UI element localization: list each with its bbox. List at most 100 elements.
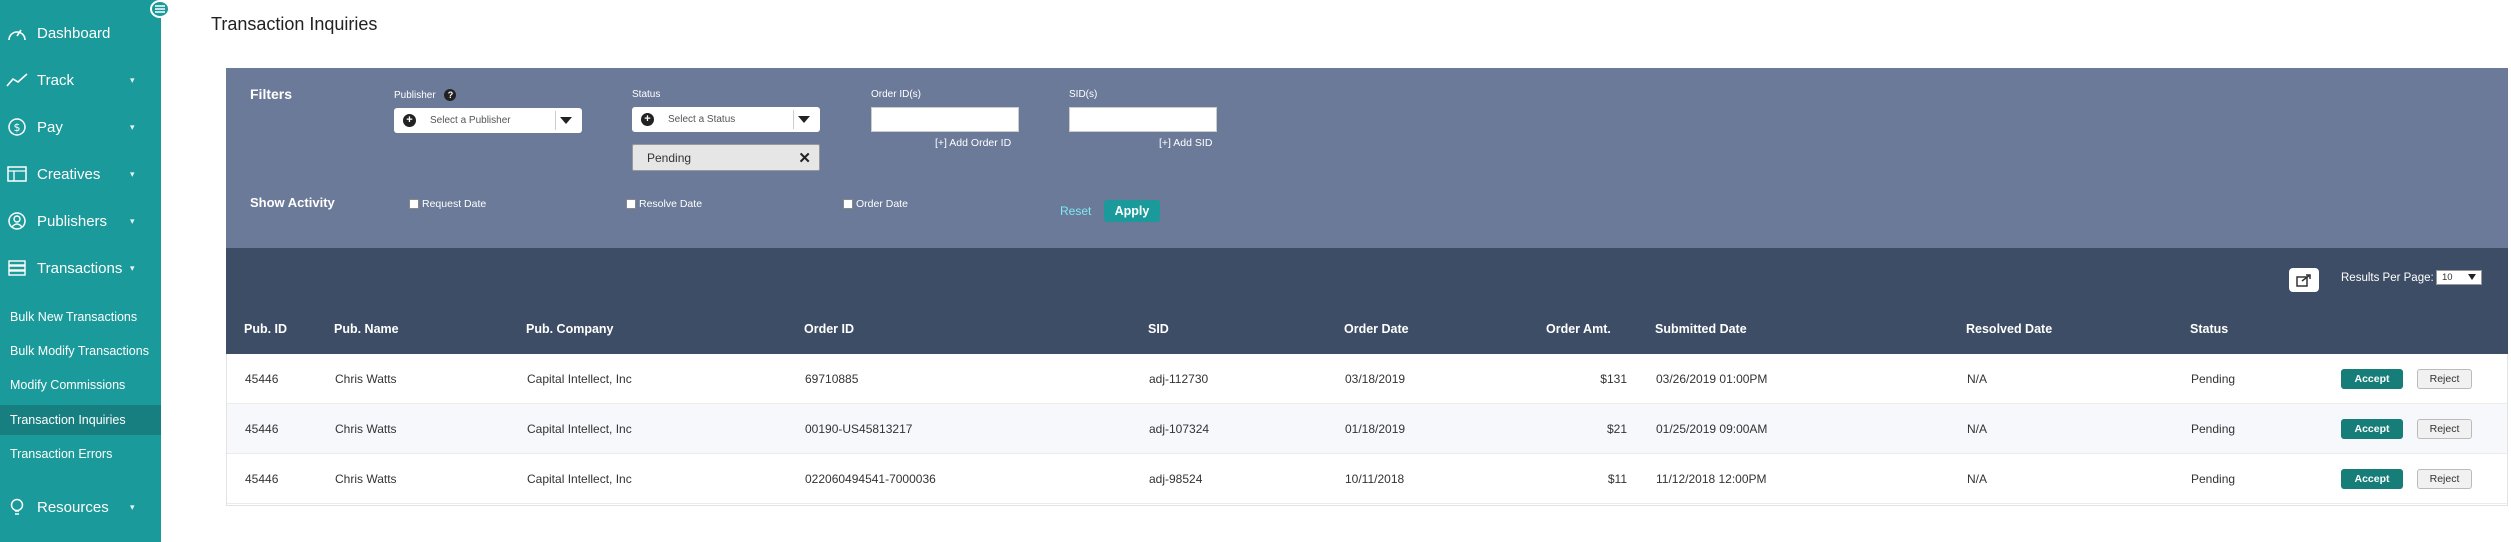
select-divider: [555, 111, 556, 130]
sidebar-subitem-modify-commissions[interactable]: Modify Commissions: [0, 370, 161, 400]
filters-title: Filters: [250, 86, 293, 102]
order-ids-input[interactable]: [871, 107, 1019, 132]
sidebar-item-track[interactable]: Track ▾: [0, 65, 161, 95]
cell-submitted-date: 01/25/2019 09:00AM: [1656, 422, 1768, 436]
sidebar-item-publishers[interactable]: Publishers ▾: [0, 206, 161, 236]
dashboard-icon: [6, 22, 28, 44]
table-header-band: Results Per Page: 10 Pub. ID Pub. Name P…: [226, 248, 2508, 354]
results-per-page-select[interactable]: 10: [2436, 270, 2482, 285]
select-divider: [793, 110, 794, 129]
transactions-table: 45446 Chris Watts Capital Intellect, Inc…: [226, 354, 2508, 506]
cell-order-amt: $11: [1607, 472, 1627, 486]
sidebar-item-label: Dashboard: [37, 24, 111, 42]
cell-resolved-date: N/A: [1967, 422, 1988, 436]
cell-pub-name: Chris Watts: [335, 472, 397, 486]
publisher-select-placeholder: Select a Publisher: [430, 115, 511, 126]
reject-button[interactable]: Reject: [2417, 469, 2472, 489]
close-icon[interactable]: ✕: [798, 149, 811, 167]
status-chip-label: Pending: [647, 150, 692, 165]
reset-link[interactable]: Reset: [1060, 204, 1091, 218]
cell-status: Pending: [2191, 472, 2236, 486]
accept-button[interactable]: Accept: [2341, 369, 2403, 389]
cell-resolved-date: N/A: [1967, 472, 1988, 486]
results-per-page-label: Results Per Page:: [2341, 272, 2434, 284]
sidebar-item-resources[interactable]: Resources ▾: [0, 492, 161, 522]
sidebar-subitem-label: Bulk New Transactions: [10, 310, 138, 324]
table-row: 45446 Chris Watts Capital Intellect, Inc…: [227, 454, 2507, 504]
column-header-order-date[interactable]: Order Date: [1344, 322, 1409, 336]
sidebar-toggle-button[interactable]: [150, 0, 170, 18]
results-per-page-value: 10: [2442, 272, 2453, 283]
status-select-placeholder: Select a Status: [668, 114, 736, 125]
show-activity-title: Show Activity: [250, 195, 335, 210]
sidebar-subitem-transaction-errors[interactable]: Transaction Errors: [0, 439, 161, 469]
order-date-checkbox[interactable]: Order Date: [843, 198, 908, 210]
add-sid-link[interactable]: [+] Add SID: [1159, 137, 1212, 149]
request-date-checkbox[interactable]: Request Date: [409, 198, 486, 210]
sids-input[interactable]: [1069, 107, 1217, 132]
column-header-status[interactable]: Status: [2190, 322, 2228, 336]
checkbox-label: Request Date: [422, 198, 487, 210]
cell-order-id: 00190-US45813217: [805, 422, 913, 436]
cell-order-amt: $21: [1606, 422, 1627, 436]
lightbulb-icon: [6, 496, 28, 518]
cell-sid: adj-98524: [1149, 472, 1203, 486]
sidebar-item-transactions[interactable]: Transactions ▾: [0, 253, 161, 283]
add-order-id-link[interactable]: [+] Add Order ID: [935, 137, 1011, 149]
window-icon: [6, 163, 28, 185]
plus-circle-icon: +: [641, 113, 654, 126]
accept-button[interactable]: Accept: [2341, 419, 2403, 439]
checkbox-box: [843, 199, 853, 209]
reject-button[interactable]: Reject: [2417, 369, 2472, 389]
cell-pub-company: Capital Intellect, Inc: [527, 422, 632, 436]
cell-order-id: 69710885: [805, 372, 859, 386]
sidebar-subitem-bulk-modify-transactions[interactable]: Bulk Modify Transactions: [0, 336, 161, 366]
cell-sid: adj-107324: [1149, 422, 1210, 436]
column-header-pub-name[interactable]: Pub. Name: [334, 322, 399, 336]
resolve-date-checkbox[interactable]: Resolve Date: [626, 198, 702, 210]
status-chip-pending: Pending ✕: [632, 144, 820, 171]
sidebar-item-creatives[interactable]: Creatives ▾: [0, 159, 161, 189]
apply-button[interactable]: Apply: [1104, 200, 1160, 222]
sidebar-subitem-bulk-new-transactions[interactable]: Bulk New Transactions: [0, 302, 161, 332]
sidebar-subitem-label: Bulk Modify Transactions: [10, 344, 149, 358]
publisher-label-text: Publisher: [394, 90, 436, 101]
sidebar-item-label: Transactions: [37, 259, 123, 277]
svg-text:$: $: [14, 121, 21, 134]
column-header-order-amt[interactable]: Order Amt.: [1546, 322, 1611, 336]
chevron-down-icon: ▾: [130, 262, 135, 273]
cell-pub-company: Capital Intellect, Inc: [527, 372, 632, 386]
column-header-submitted-date[interactable]: Submitted Date: [1655, 322, 1747, 336]
column-header-order-id[interactable]: Order ID: [804, 322, 854, 336]
caret-down-icon: [560, 117, 572, 124]
checkbox-label: Resolve Date: [639, 198, 703, 210]
column-header-resolved-date[interactable]: Resolved Date: [1966, 322, 2052, 336]
sidebar-item-pay[interactable]: $ Pay ▾: [0, 112, 161, 142]
menu-toggle-icon: [155, 5, 165, 13]
sidebar-subitem-transaction-inquiries[interactable]: Transaction Inquiries: [0, 405, 161, 435]
cell-order-date: 01/18/2019: [1345, 422, 1406, 436]
cell-order-id: 022060494541-7000036: [805, 472, 936, 486]
checkbox-label: Order Date: [856, 198, 908, 210]
sidebar-subitem-label: Transaction Errors: [10, 447, 113, 461]
page-title: Transaction Inquiries: [211, 14, 378, 34]
table-row: 45446 Chris Watts Capital Intellect, Inc…: [227, 354, 2507, 404]
users-icon: [6, 210, 28, 232]
chevron-down-icon: ▾: [130, 74, 135, 85]
chevron-down-icon: ▾: [130, 121, 135, 132]
column-header-sid[interactable]: SID: [1148, 322, 1169, 336]
accept-button[interactable]: Accept: [2341, 469, 2403, 489]
help-icon[interactable]: ?: [444, 89, 457, 101]
stack-icon: [6, 257, 28, 279]
chevron-down-icon: ▾: [130, 168, 135, 179]
sidebar-item-dashboard[interactable]: Dashboard: [0, 18, 161, 48]
filters-panel: Filters Publisher ? + Select a Publisher…: [226, 68, 2508, 248]
publisher-select[interactable]: + Select a Publisher: [394, 108, 582, 133]
column-header-pub-id[interactable]: Pub. ID: [244, 322, 287, 336]
column-header-pub-company[interactable]: Pub. Company: [526, 322, 614, 336]
status-select[interactable]: + Select a Status: [632, 107, 820, 132]
reject-button[interactable]: Reject: [2417, 419, 2472, 439]
checkbox-box: [409, 199, 419, 209]
export-button[interactable]: [2289, 268, 2319, 292]
cell-submitted-date: 11/12/2018 12:00PM: [1656, 472, 1767, 486]
